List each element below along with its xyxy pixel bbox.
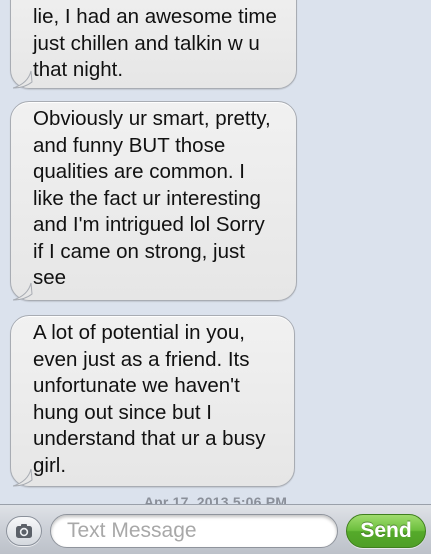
text-message-input[interactable]	[50, 514, 338, 548]
message-composer: Send	[0, 504, 431, 554]
message-text-line: understand that ur a busy	[33, 427, 266, 450]
camera-button[interactable]	[6, 516, 42, 546]
received-message-bubble[interactable]: lie, I had an awesome time just chillen …	[10, 0, 297, 89]
message-thread[interactable]: lie, I had an awesome time just chillen …	[0, 0, 431, 504]
received-message-bubble[interactable]: Obviously ur smart, pretty, and funny BU…	[10, 101, 297, 301]
message-text-line: just chillen and talkin w u	[33, 31, 260, 55]
message-text-line: qualities are common. I	[33, 160, 245, 183]
bubble-tail	[13, 281, 33, 301]
message-text-line: A lot of potential in you,	[33, 321, 245, 344]
message-text-line: if I came on strong, just	[33, 239, 245, 263]
message-text-line: and I'm intrigued lol Sorry	[33, 213, 265, 236]
message-text-line: that night.	[33, 58, 124, 81]
message-text-line: even just as a friend. Its	[33, 347, 250, 371]
message-text-line: and funny BUT those	[33, 133, 226, 157]
message-text-line: lie, I had an awesome time	[33, 5, 277, 28]
bubble-tail	[13, 467, 33, 487]
message-text-line: see	[33, 266, 67, 289]
received-message-bubble[interactable]: A lot of potential in you, even just as …	[10, 315, 295, 487]
message-text-line: Obviously ur smart, pretty,	[33, 107, 271, 130]
message-text-line: unfortunate we haven't	[33, 374, 240, 397]
bubble-tail	[13, 69, 33, 89]
camera-icon	[16, 524, 32, 538]
send-button[interactable]: Send	[346, 514, 426, 548]
message-text-line: girl.	[33, 453, 67, 477]
message-text-line: hung out since but I	[33, 400, 212, 424]
message-timestamp: Apr 17, 2013 5:06 PM	[143, 494, 288, 504]
message-text-line: like the fact ur interesting	[33, 186, 261, 210]
